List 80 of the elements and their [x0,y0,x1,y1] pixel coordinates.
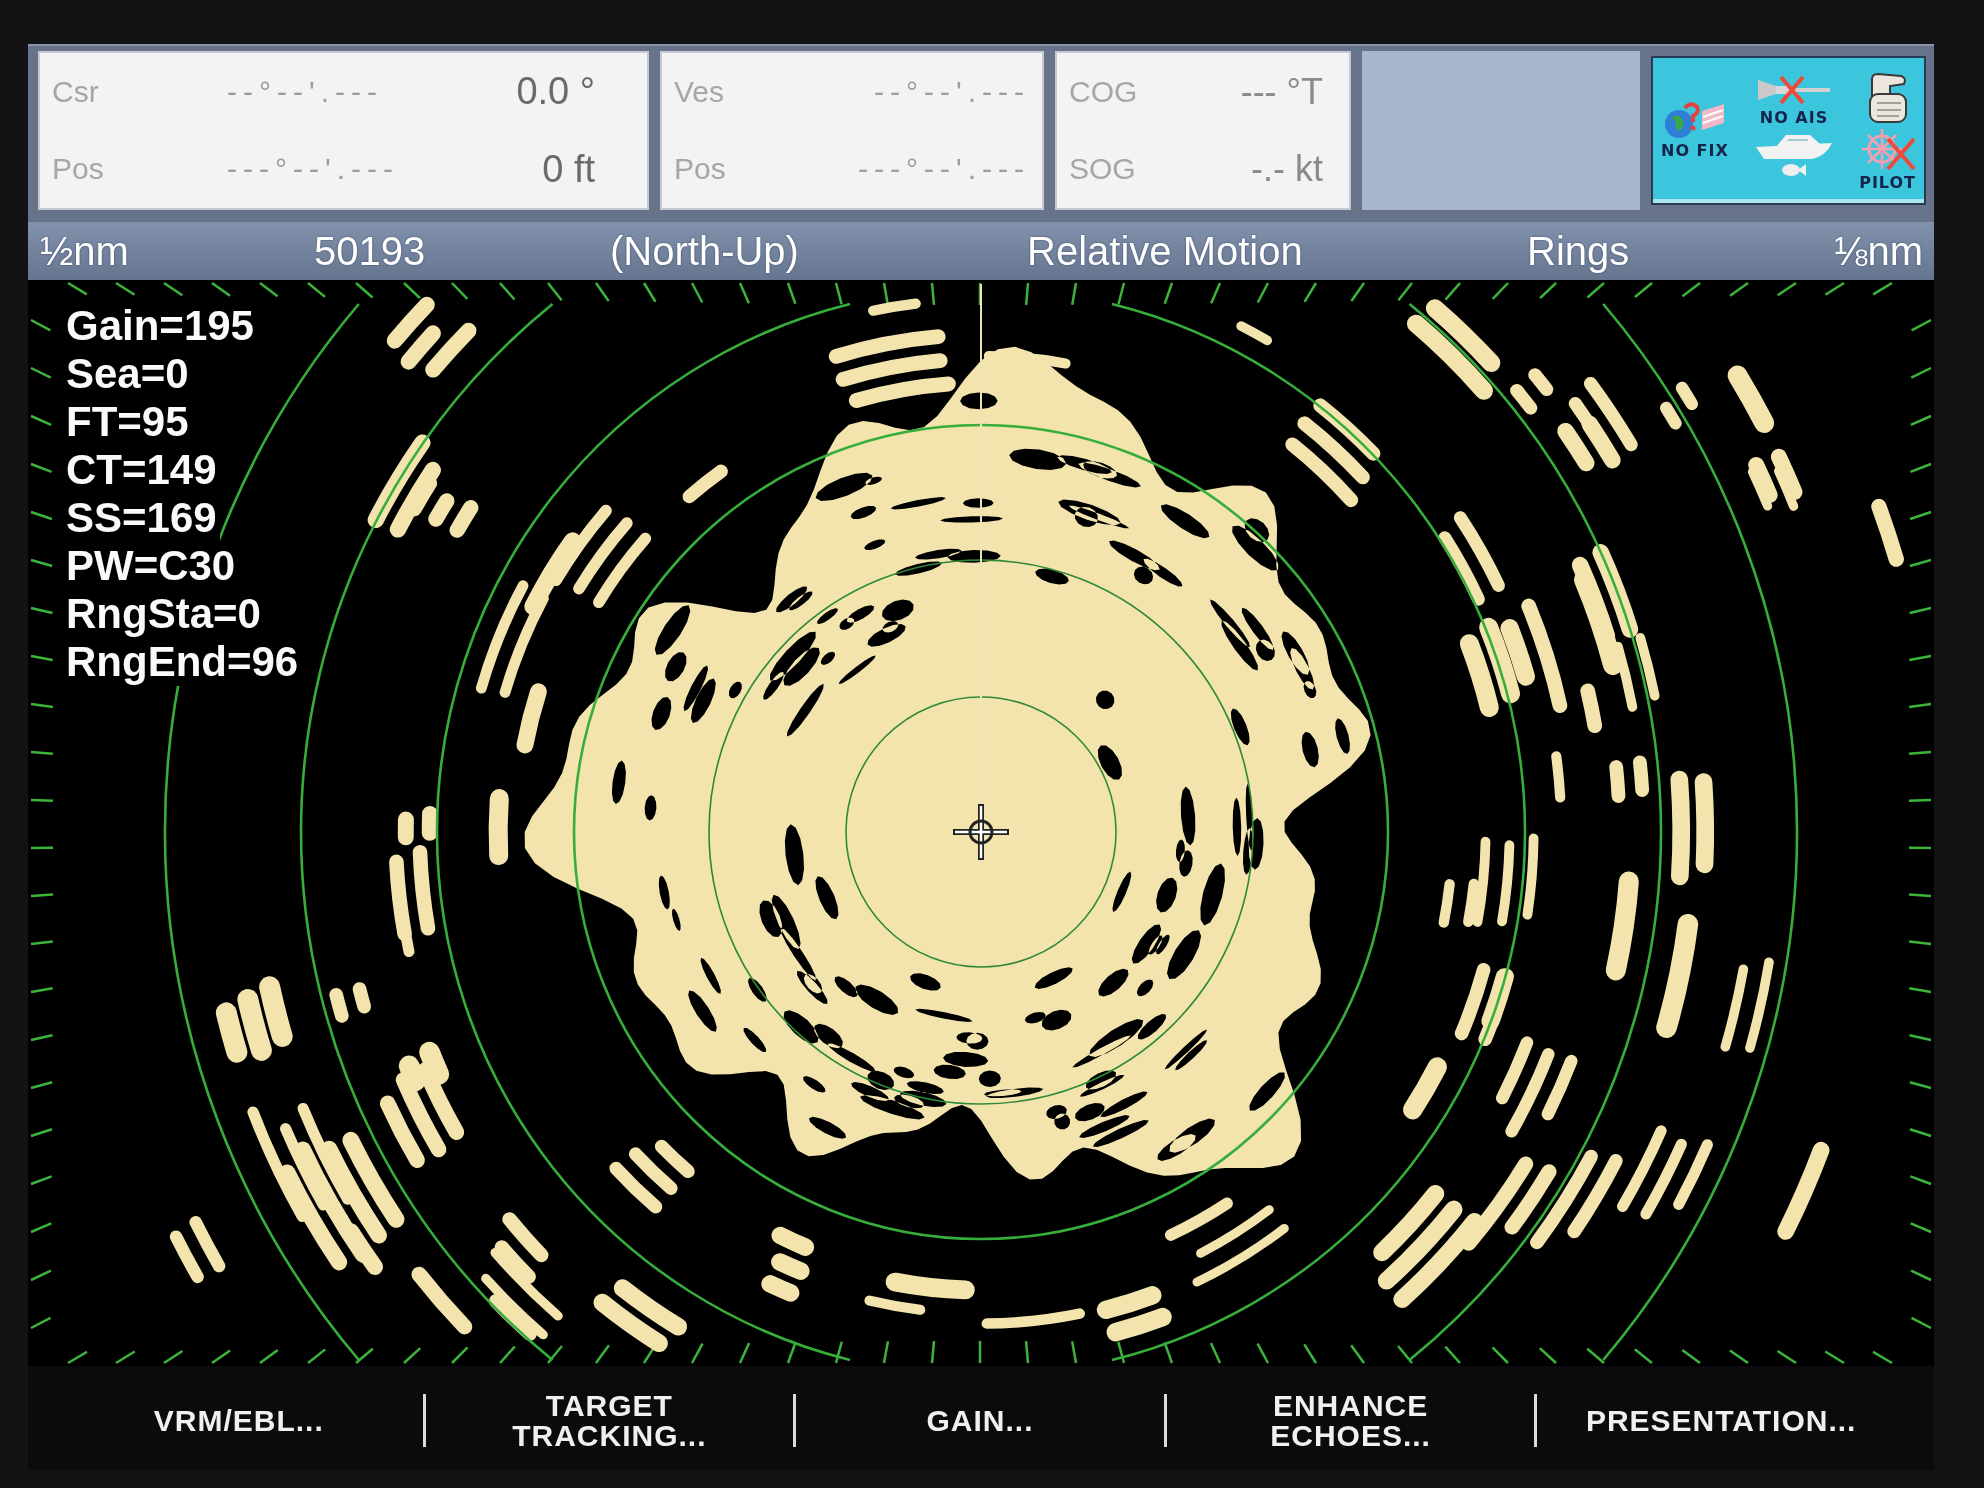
echo-streak [1313,398,1381,461]
field-value: -.- kt [1251,148,1323,191]
hand-icon [1866,72,1909,124]
echo-streak [259,976,293,1047]
echo-streak [1770,448,1803,500]
echo-streak [1481,968,1514,1031]
coordinate-value: --°--'.--- [227,74,383,109]
field-label: Pos [52,152,105,187]
echo-streak [1106,1307,1172,1342]
echo-streak [771,1253,810,1280]
softkey-button[interactable]: TARGET TRACKING... [508,1390,711,1451]
echo-streak [449,500,479,538]
field-label: Pos [674,152,727,187]
fish-icon [1780,163,1807,177]
rings-label: Rings [1527,228,1631,274]
echo-streak [761,1275,800,1302]
echo-streak [1748,457,1778,503]
echo-streak [1660,401,1682,430]
echo-streak [1727,365,1775,433]
echo-streak [169,1230,204,1284]
softkey-button[interactable]: GAIN... [922,1405,1038,1436]
ring-interval-label: ⅛nm [1834,228,1923,274]
coordinate-value: --°--'.--- [874,74,1030,109]
echo-streak [386,296,435,349]
echo-streak [1609,760,1626,803]
echo-streak [1581,415,1621,469]
echo-streak [1541,1054,1578,1121]
echo-streak [1528,368,1554,397]
field-value: 0 ft [542,147,595,191]
softkey-button[interactable]: VRM/EBL... [149,1405,328,1436]
echo-streak [1633,755,1650,797]
echo-streak [329,987,349,1023]
echo-streak [1096,1286,1162,1320]
echo-streak [1747,467,1773,511]
echo-streak [1871,498,1904,567]
horn-cross-icon [1755,74,1832,106]
coordinate-value: ---°--'.--- [858,152,1030,187]
echo-streak [682,464,728,504]
echo-streak [1580,683,1603,734]
echo-streak [1236,321,1273,346]
echo-streak [1403,1057,1447,1120]
echo-streak [1510,383,1538,415]
softkey-button[interactable]: PRESENTATION... [1581,1405,1861,1436]
echo-streak [654,1139,695,1179]
range-label: ½nm [40,228,130,274]
echo-streak [1675,381,1698,411]
crosshair-icon [950,801,1012,863]
indicator-label: PILOT [1859,174,1916,192]
coordinate-value: ---°--'.--- [227,152,399,187]
field-value: 0.0 ° [516,70,595,114]
echo-streak [1774,466,1799,511]
echo-streak [352,982,372,1014]
echo-streak [1495,1036,1534,1105]
echo-streak [425,322,477,378]
echo-streak [189,1216,226,1273]
echo-streak [628,1147,678,1195]
echo-streak [771,1226,815,1256]
echo-streak [215,1002,248,1063]
field-label: Ves [674,74,726,109]
field-value: --- °T [1240,70,1323,113]
motion-mode-label: Relative Motion [1027,228,1304,274]
indicator-label: NO FIX [1661,142,1729,160]
softkey-button[interactable]: ENHANCE ECHOES... [1266,1390,1435,1451]
echo-streak [1551,751,1566,803]
echo-streak [868,298,921,316]
echo-streak [609,1161,663,1214]
orientation-label: (North-Up) [610,228,800,274]
echo-streak [1504,1164,1557,1235]
field-label: COG [1069,74,1139,109]
indicator-label: NO AIS [1759,109,1829,127]
echo-streak [421,805,438,841]
echo-streak [411,1266,473,1335]
field-label: Csr [52,74,100,109]
field-label: SOG [1069,152,1137,187]
globe-question-icon [1663,99,1726,139]
echo-streak [1438,879,1455,928]
wheel-cross-icon [1859,127,1916,171]
echo-streak [1673,1139,1713,1210]
counter-label: 50193 [314,228,427,274]
echo-streak [400,325,441,370]
